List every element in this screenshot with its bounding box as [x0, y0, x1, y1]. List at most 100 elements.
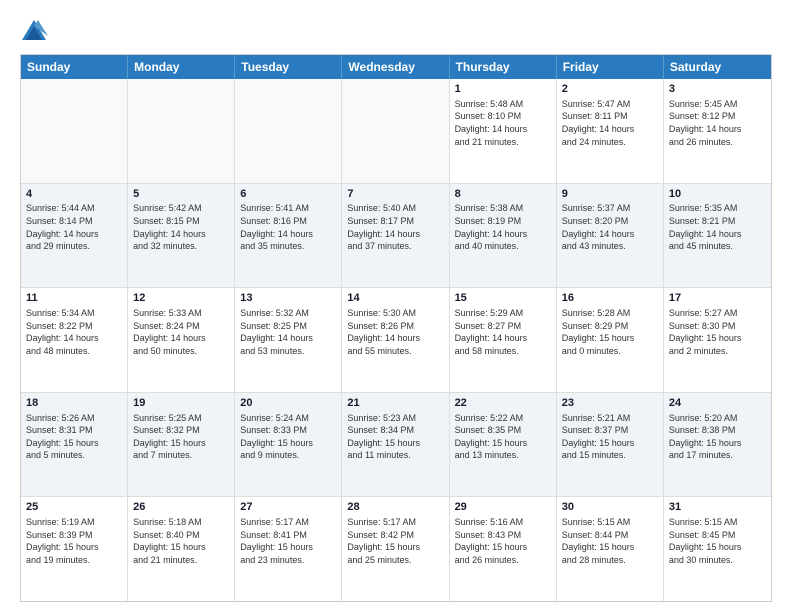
- cell-info-line: and 53 minutes.: [240, 345, 336, 358]
- cell-info-line: Daylight: 14 hours: [240, 228, 336, 241]
- day-number: 21: [347, 396, 443, 411]
- cell-info-line: Sunrise: 5:18 AM: [133, 516, 229, 529]
- cell-info-line: and 15 minutes.: [562, 449, 658, 462]
- day-number: 28: [347, 500, 443, 515]
- day-cell-29: 29Sunrise: 5:16 AMSunset: 8:43 PMDayligh…: [450, 497, 557, 601]
- day-number: 27: [240, 500, 336, 515]
- calendar-week-3: 11Sunrise: 5:34 AMSunset: 8:22 PMDayligh…: [21, 288, 771, 393]
- cell-info-line: and 23 minutes.: [240, 554, 336, 567]
- day-cell-23: 23Sunrise: 5:21 AMSunset: 8:37 PMDayligh…: [557, 393, 664, 497]
- header-day-thursday: Thursday: [450, 55, 557, 79]
- day-number: 30: [562, 500, 658, 515]
- cell-info-line: and 26 minutes.: [455, 554, 551, 567]
- empty-cell: [342, 79, 449, 183]
- cell-info-line: Daylight: 14 hours: [347, 228, 443, 241]
- day-cell-10: 10Sunrise: 5:35 AMSunset: 8:21 PMDayligh…: [664, 184, 771, 288]
- cell-info-line: Sunrise: 5:34 AM: [26, 307, 122, 320]
- cell-info-line: Daylight: 14 hours: [669, 123, 766, 136]
- cell-info-line: Sunrise: 5:44 AM: [26, 202, 122, 215]
- day-number: 10: [669, 187, 766, 202]
- day-cell-1: 1Sunrise: 5:48 AMSunset: 8:10 PMDaylight…: [450, 79, 557, 183]
- cell-info-line: Sunset: 8:10 PM: [455, 110, 551, 123]
- day-cell-4: 4Sunrise: 5:44 AMSunset: 8:14 PMDaylight…: [21, 184, 128, 288]
- day-number: 9: [562, 187, 658, 202]
- day-number: 8: [455, 187, 551, 202]
- day-number: 26: [133, 500, 229, 515]
- day-cell-7: 7Sunrise: 5:40 AMSunset: 8:17 PMDaylight…: [342, 184, 449, 288]
- cell-info-line: and 11 minutes.: [347, 449, 443, 462]
- cell-info-line: Daylight: 14 hours: [669, 228, 766, 241]
- cell-info-line: Sunset: 8:38 PM: [669, 424, 766, 437]
- cell-info-line: Daylight: 15 hours: [347, 541, 443, 554]
- cell-info-line: Daylight: 15 hours: [133, 541, 229, 554]
- cell-info-line: and 28 minutes.: [562, 554, 658, 567]
- day-number: 12: [133, 291, 229, 306]
- cell-info-line: Sunrise: 5:20 AM: [669, 412, 766, 425]
- cell-info-line: and 43 minutes.: [562, 240, 658, 253]
- cell-info-line: Daylight: 14 hours: [133, 332, 229, 345]
- day-number: 31: [669, 500, 766, 515]
- cell-info-line: Daylight: 14 hours: [455, 332, 551, 345]
- day-cell-25: 25Sunrise: 5:19 AMSunset: 8:39 PMDayligh…: [21, 497, 128, 601]
- cell-info-line: Sunrise: 5:47 AM: [562, 98, 658, 111]
- header-day-saturday: Saturday: [664, 55, 771, 79]
- empty-cell: [21, 79, 128, 183]
- cell-info-line: Sunrise: 5:29 AM: [455, 307, 551, 320]
- cell-info-line: Sunset: 8:34 PM: [347, 424, 443, 437]
- empty-cell: [235, 79, 342, 183]
- cell-info-line: and 30 minutes.: [669, 554, 766, 567]
- logo: [20, 16, 52, 44]
- cell-info-line: Sunrise: 5:22 AM: [455, 412, 551, 425]
- cell-info-line: Sunrise: 5:16 AM: [455, 516, 551, 529]
- day-number: 13: [240, 291, 336, 306]
- day-number: 18: [26, 396, 122, 411]
- day-number: 16: [562, 291, 658, 306]
- cell-info-line: Daylight: 15 hours: [240, 541, 336, 554]
- cell-info-line: Sunset: 8:12 PM: [669, 110, 766, 123]
- calendar: SundayMondayTuesdayWednesdayThursdayFrid…: [20, 54, 772, 602]
- cell-info-line: and 26 minutes.: [669, 136, 766, 149]
- cell-info-line: and 48 minutes.: [26, 345, 122, 358]
- cell-info-line: and 45 minutes.: [669, 240, 766, 253]
- cell-info-line: Daylight: 14 hours: [133, 228, 229, 241]
- cell-info-line: Sunrise: 5:21 AM: [562, 412, 658, 425]
- cell-info-line: Daylight: 14 hours: [455, 228, 551, 241]
- cell-info-line: Daylight: 15 hours: [455, 541, 551, 554]
- day-number: 25: [26, 500, 122, 515]
- day-cell-16: 16Sunrise: 5:28 AMSunset: 8:29 PMDayligh…: [557, 288, 664, 392]
- cell-info-line: Sunset: 8:31 PM: [26, 424, 122, 437]
- cell-info-line: Sunset: 8:25 PM: [240, 320, 336, 333]
- day-cell-22: 22Sunrise: 5:22 AMSunset: 8:35 PMDayligh…: [450, 393, 557, 497]
- cell-info-line: Sunrise: 5:30 AM: [347, 307, 443, 320]
- cell-info-line: Daylight: 14 hours: [347, 332, 443, 345]
- calendar-week-4: 18Sunrise: 5:26 AMSunset: 8:31 PMDayligh…: [21, 393, 771, 498]
- cell-info-line: Daylight: 15 hours: [669, 541, 766, 554]
- cell-info-line: and 24 minutes.: [562, 136, 658, 149]
- day-cell-26: 26Sunrise: 5:18 AMSunset: 8:40 PMDayligh…: [128, 497, 235, 601]
- cell-info-line: Sunset: 8:44 PM: [562, 529, 658, 542]
- cell-info-line: Sunset: 8:40 PM: [133, 529, 229, 542]
- cell-info-line: Daylight: 15 hours: [347, 437, 443, 450]
- day-cell-11: 11Sunrise: 5:34 AMSunset: 8:22 PMDayligh…: [21, 288, 128, 392]
- cell-info-line: Sunrise: 5:23 AM: [347, 412, 443, 425]
- cell-info-line: Sunset: 8:15 PM: [133, 215, 229, 228]
- cell-info-line: Sunset: 8:17 PM: [347, 215, 443, 228]
- day-number: 17: [669, 291, 766, 306]
- day-cell-30: 30Sunrise: 5:15 AMSunset: 8:44 PMDayligh…: [557, 497, 664, 601]
- cell-info-line: Sunset: 8:22 PM: [26, 320, 122, 333]
- cell-info-line: and 35 minutes.: [240, 240, 336, 253]
- day-number: 1: [455, 82, 551, 97]
- page: SundayMondayTuesdayWednesdayThursdayFrid…: [0, 0, 792, 612]
- cell-info-line: Daylight: 14 hours: [26, 332, 122, 345]
- day-cell-9: 9Sunrise: 5:37 AMSunset: 8:20 PMDaylight…: [557, 184, 664, 288]
- cell-info-line: and 32 minutes.: [133, 240, 229, 253]
- cell-info-line: and 50 minutes.: [133, 345, 229, 358]
- day-cell-2: 2Sunrise: 5:47 AMSunset: 8:11 PMDaylight…: [557, 79, 664, 183]
- cell-info-line: and 0 minutes.: [562, 345, 658, 358]
- header: [20, 16, 772, 44]
- cell-info-line: and 2 minutes.: [669, 345, 766, 358]
- day-cell-27: 27Sunrise: 5:17 AMSunset: 8:41 PMDayligh…: [235, 497, 342, 601]
- cell-info-line: Sunset: 8:16 PM: [240, 215, 336, 228]
- cell-info-line: Sunrise: 5:40 AM: [347, 202, 443, 215]
- cell-info-line: Sunrise: 5:19 AM: [26, 516, 122, 529]
